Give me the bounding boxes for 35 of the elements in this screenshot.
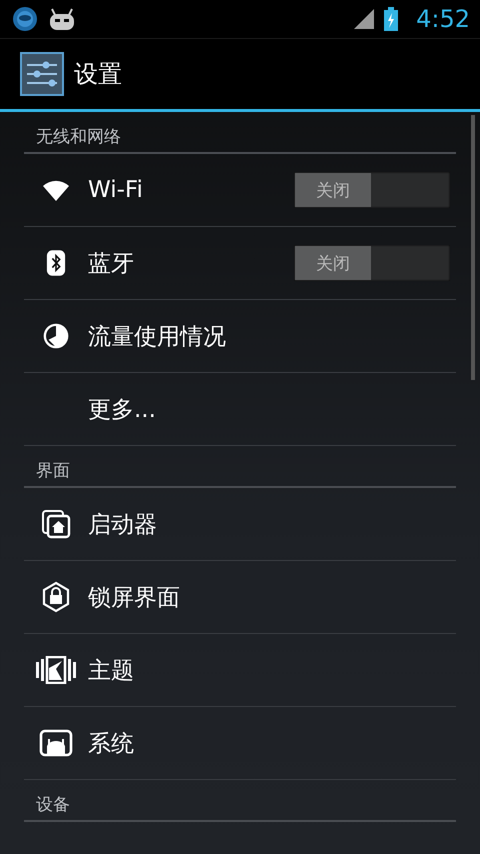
screen-title: 设置 — [74, 59, 122, 90]
item-label: Wi-Fi — [88, 177, 144, 203]
item-label: 启动器 — [88, 510, 158, 540]
settings-item[interactable]: 系统 — [24, 707, 456, 780]
signal-icon — [354, 9, 374, 29]
section-header: 设备 — [36, 794, 70, 816]
item-label: 系统 — [88, 730, 135, 758]
settings-item[interactable]: 更多... — [24, 373, 456, 446]
section-header: 界面 — [36, 460, 70, 482]
clock-time: 4:52 — [416, 5, 470, 33]
toggle-switch[interactable]: 关闭 — [294, 245, 450, 281]
settings-icon[interactable] — [20, 52, 64, 96]
pie-chart-icon — [43, 323, 69, 349]
sync-icon — [12, 6, 38, 32]
item-label: 蓝牙 — [88, 250, 135, 278]
lock-icon — [41, 581, 71, 613]
item-label: 锁屏界面 — [88, 584, 181, 612]
settings-item[interactable]: 启动器 — [24, 488, 456, 561]
settings-item[interactable]: 流量使用情况 — [24, 300, 456, 373]
settings-item[interactable]: 锁屏界面 — [24, 561, 456, 634]
robot-head-icon — [48, 7, 76, 31]
section-header: 无线和网络 — [36, 126, 121, 148]
item-label: 更多... — [88, 396, 157, 424]
wifi-icon — [42, 179, 70, 201]
settings-item[interactable]: 主题 — [24, 634, 456, 707]
item-label: 主题 — [88, 656, 135, 686]
settings-item[interactable]: 蓝牙 关闭 — [24, 227, 456, 300]
toggle-switch[interactable]: 关闭 — [294, 172, 450, 208]
robot-icon — [39, 729, 73, 757]
item-label: 流量使用情况 — [88, 322, 227, 352]
home-icon — [41, 509, 71, 539]
bluetooth-icon — [46, 249, 66, 277]
image-icon — [36, 656, 76, 684]
battery-icon — [384, 7, 398, 31]
settings-item[interactable]: Wi-Fi 关闭 — [24, 154, 456, 227]
